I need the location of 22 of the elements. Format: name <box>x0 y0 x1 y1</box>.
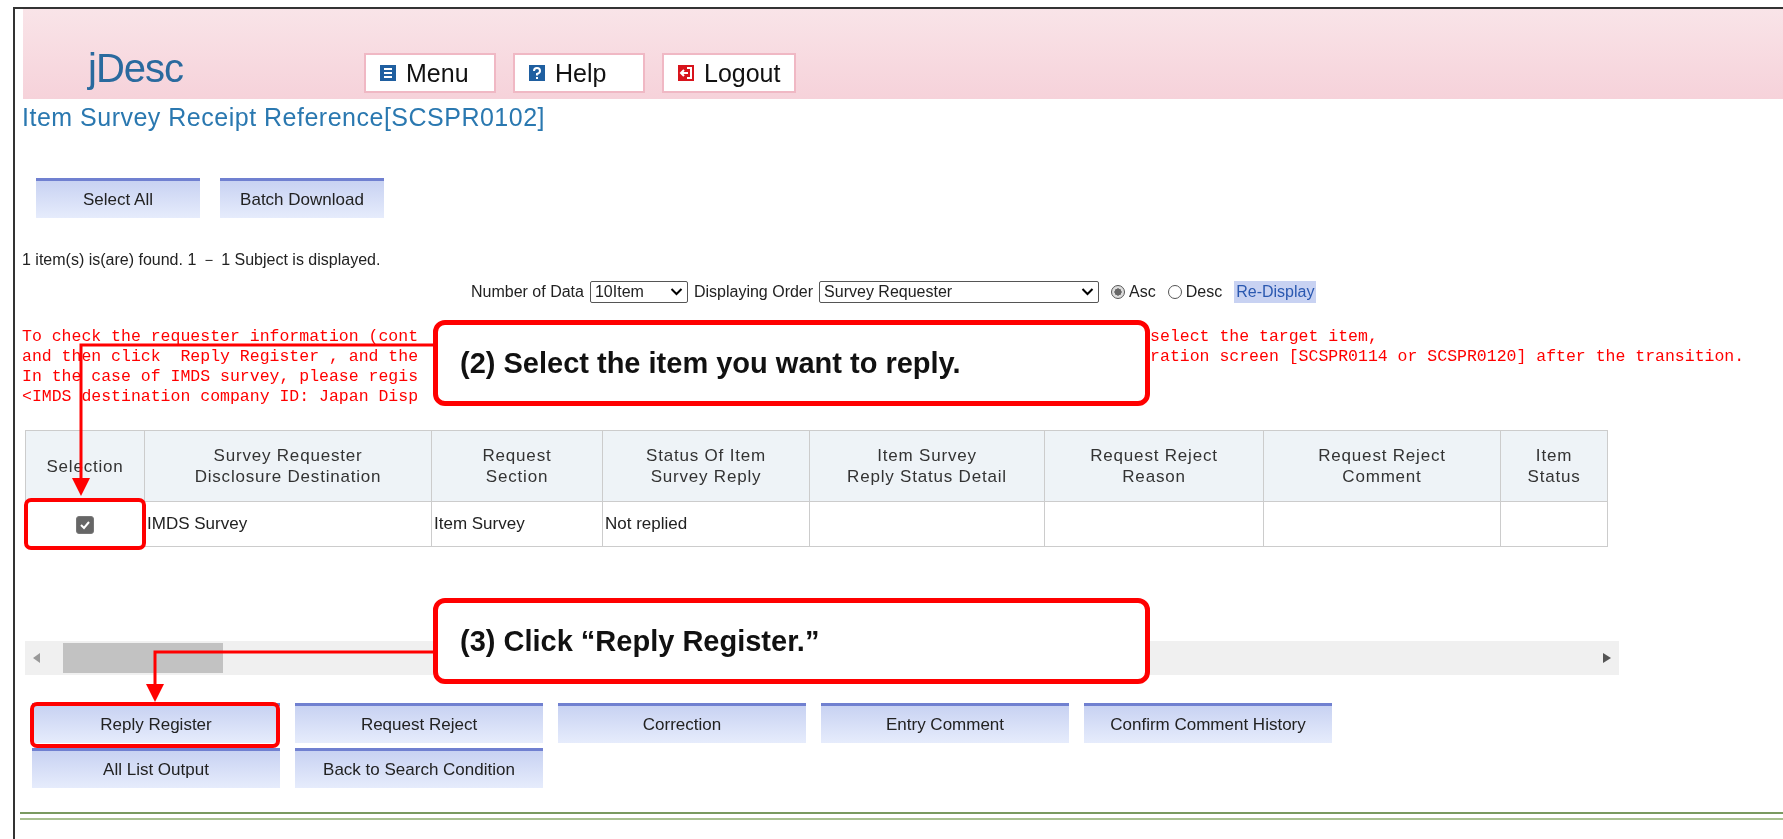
column-header: Request Reject Comment <box>1263 430 1501 502</box>
column-header: Survey Requester Disclosure Destination <box>144 430 432 502</box>
table-cell: IMDS Survey <box>144 501 432 547</box>
notice-text: ration screen [SCSPR0114 or SCSPR0120] after the transition. <box>1150 347 1745 367</box>
column-header: Status Of Item Survey Reply <box>602 430 810 502</box>
field-label: Displaying Order <box>693 283 814 301</box>
notice-text: To check the requester information (cont <box>22 327 419 347</box>
page-title: Item Survey Receipt Reference[SCSPR0102] <box>21 102 546 132</box>
callout-tooltip: (2) Select the item you want to reply. <box>433 320 1150 406</box>
callout-tooltip: (3) Click “Reply Register.” <box>433 598 1150 684</box>
column-header: Item Survey Reply Status Detail <box>809 430 1045 502</box>
notice-text: In the case of IMDS survey, please regis <box>22 367 419 387</box>
column-header: Request Section <box>431 430 603 502</box>
notice-text: select the target item, <box>1150 327 1378 347</box>
field-label: Number of Data <box>471 283 584 301</box>
notice-text: <IMDS destination company ID: Japan Disp <box>22 387 419 407</box>
column-header: Request Reject Reason <box>1044 430 1264 502</box>
logo: jDesc <box>88 46 185 91</box>
table-cell: Item Survey <box>431 501 603 547</box>
table-cell: Not replied <box>602 501 810 547</box>
result-count-text: 1 item(s) is(are) found. 1 － 1 Subject is displayed. <box>22 250 382 270</box>
column-header: Item Status <box>1500 430 1608 502</box>
